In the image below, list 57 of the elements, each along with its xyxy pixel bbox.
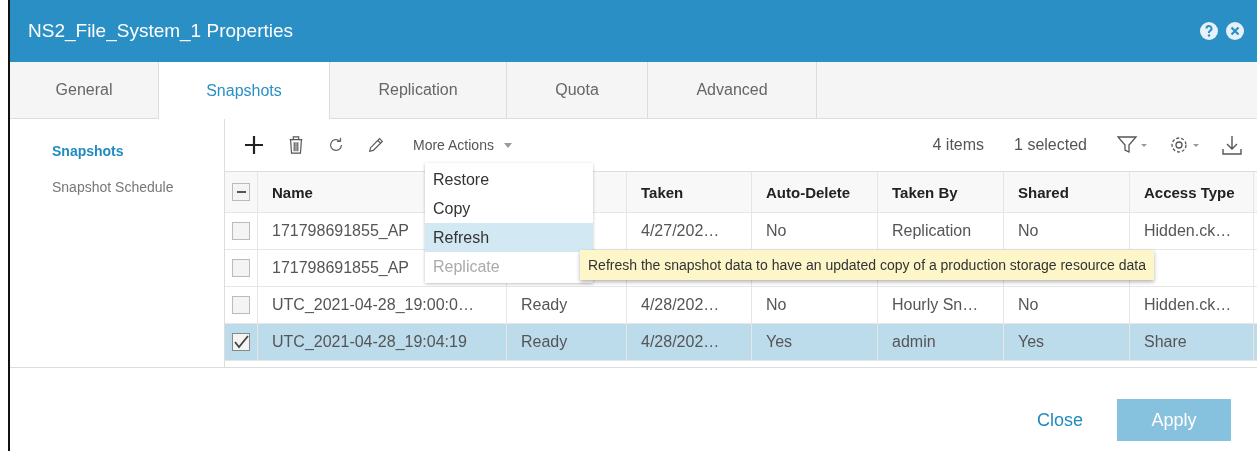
add-icon[interactable]	[243, 134, 265, 156]
selected-count: 1 selected	[1014, 136, 1087, 154]
table-cell: No	[766, 222, 787, 240]
table-cell: No	[1018, 296, 1039, 314]
table-cell: No	[1018, 222, 1039, 240]
download-icon[interactable]	[1221, 134, 1243, 156]
tab[interactable]: Snapshots	[159, 62, 330, 119]
table-cell: Replication	[892, 222, 972, 240]
close-icon[interactable]	[1225, 21, 1245, 41]
filter-icon[interactable]	[1117, 135, 1147, 155]
tab[interactable]: Replication	[330, 62, 507, 118]
tab[interactable]: Advanced	[648, 62, 817, 118]
column-header[interactable]: Shared	[1018, 183, 1069, 201]
table-cell: No	[766, 296, 787, 314]
column-header[interactable]: Taken	[641, 183, 684, 201]
column-header[interactable]: Auto-Delete	[766, 183, 851, 201]
window-title: NS2_File_System_1 Properties	[28, 20, 295, 42]
row-checkbox[interactable]	[232, 222, 250, 240]
tooltip: Refresh the snapshot data to have an updated copy of a production storage resource data	[580, 250, 1155, 280]
table-cell: 4/27/202…	[641, 222, 720, 240]
table-cell: Hourly Sn…	[892, 296, 979, 314]
sidebar-item[interactable]: Snapshots	[10, 143, 224, 179]
close-button[interactable]: Close	[1030, 408, 1089, 432]
table-cell: 171798691855_AP	[272, 222, 410, 240]
table-cell: Yes	[1018, 333, 1045, 351]
tab[interactable]: Quota	[507, 62, 648, 118]
menu-item[interactable]: Refresh	[425, 223, 593, 252]
table-cell: Share	[1144, 333, 1187, 351]
column-header[interactable]: Access Type	[1144, 183, 1235, 201]
row-checkbox[interactable]	[232, 333, 250, 351]
settings-icon[interactable]	[1169, 135, 1199, 155]
table-cell: Hidden.ck…	[1144, 296, 1232, 314]
table-cell: admin	[892, 333, 936, 351]
table-cell: UTC_2021-04-28_19:00:0…	[272, 296, 474, 314]
help-icon[interactable]	[1199, 21, 1219, 41]
menu-item[interactable]: Restore	[425, 165, 593, 194]
select-all-checkbox[interactable]	[232, 183, 250, 201]
table-cell: Ready	[521, 296, 568, 314]
table-cell: Yes	[766, 333, 793, 351]
row-checkbox[interactable]	[232, 296, 250, 314]
column-header[interactable]: Taken By	[892, 183, 958, 201]
item-count: 4 items	[932, 136, 985, 154]
table-cell: 4/28/202…	[641, 333, 720, 351]
table-cell: UTC_2021-04-28_19:04:19	[272, 333, 467, 351]
trash-icon[interactable]	[287, 135, 305, 155]
row-checkbox[interactable]	[232, 259, 250, 277]
refresh-icon[interactable]	[327, 136, 345, 154]
menu-item[interactable]: Copy	[425, 194, 593, 223]
pencil-icon[interactable]	[367, 136, 385, 154]
table-cell: 171798691855_AP	[272, 259, 410, 277]
more-actions-button[interactable]: More Actions	[413, 137, 512, 153]
caret-icon	[503, 142, 512, 148]
table-cell: 4/28/202…	[641, 296, 720, 314]
column-header[interactable]: Name	[272, 183, 313, 201]
table-cell: Hidden.ck…	[1144, 222, 1232, 240]
table-cell: Ready	[521, 333, 568, 351]
sidebar-item[interactable]: Snapshot Schedule	[10, 179, 224, 215]
